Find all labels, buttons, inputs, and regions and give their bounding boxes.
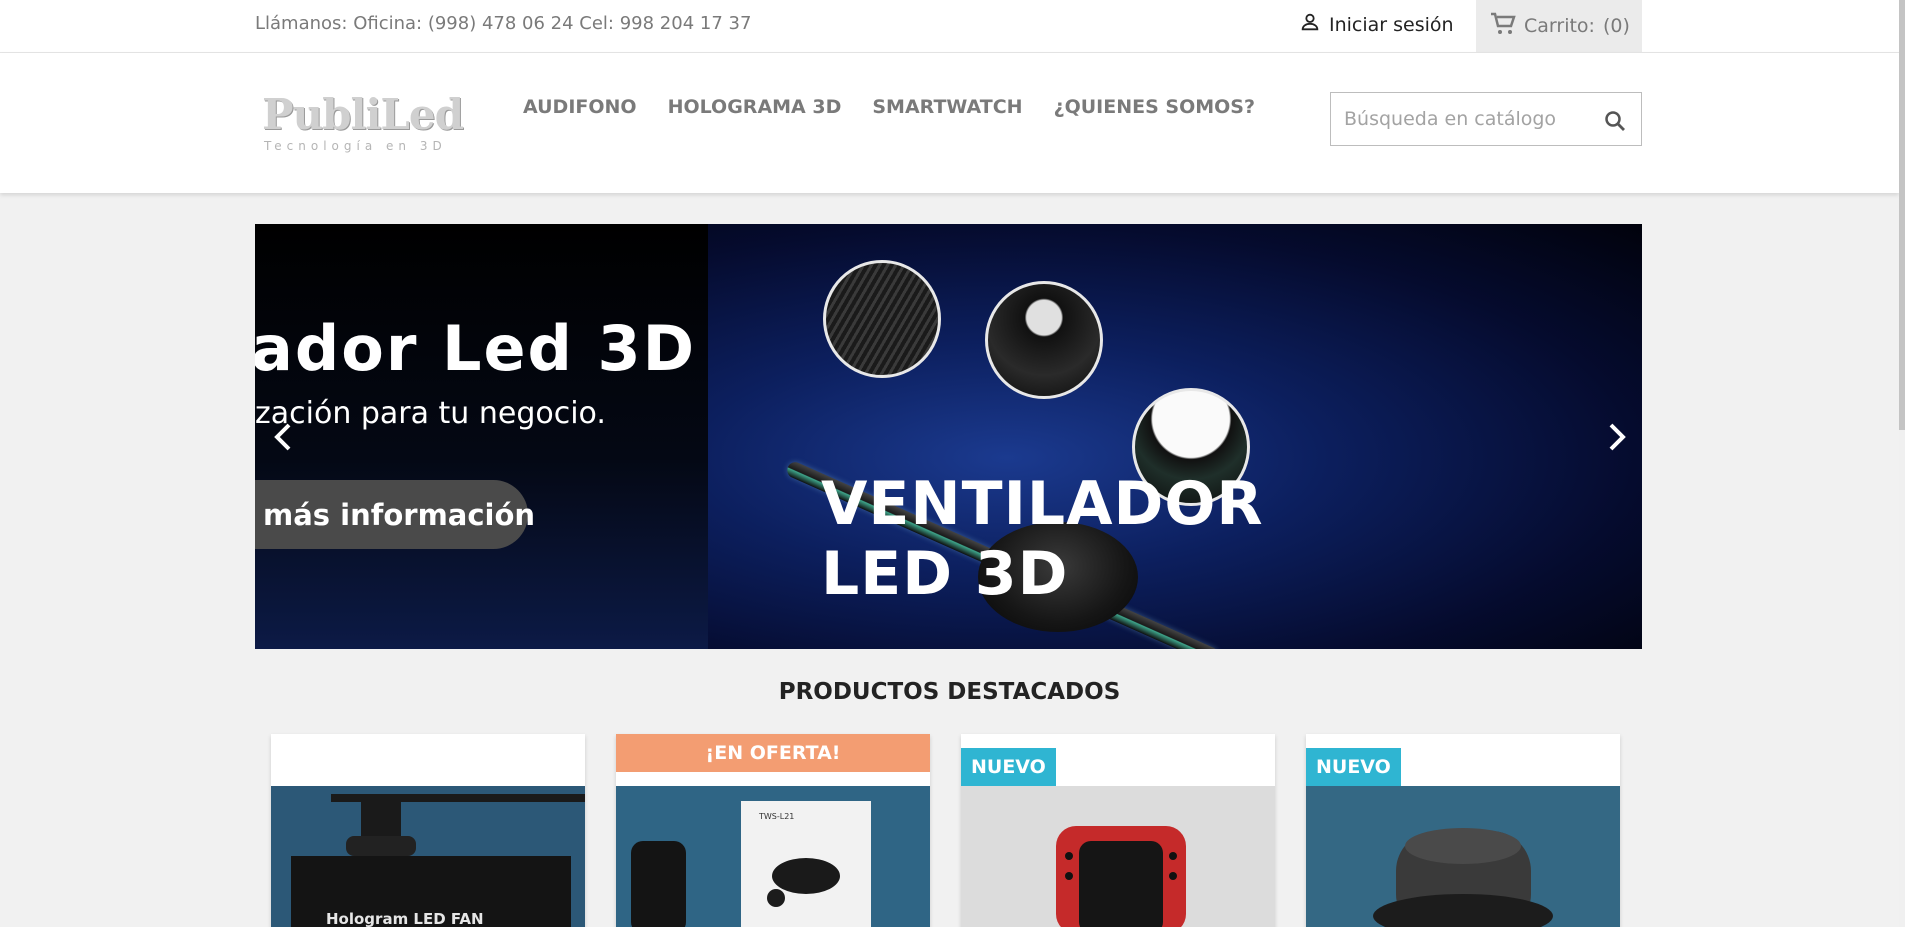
search-icon[interactable]: [1603, 109, 1627, 137]
nav-item-audifono[interactable]: AUDIFONO: [523, 96, 637, 118]
product-image[interactable]: TWS-L21: [616, 786, 930, 927]
signin-link[interactable]: Iniciar sesión: [1299, 11, 1454, 38]
product-card[interactable]: NUEVO: [1306, 734, 1620, 927]
product-image[interactable]: Hologram LED FAN: [271, 786, 585, 927]
search-box: [1330, 92, 1642, 146]
box-label: TWS-L21: [758, 812, 794, 821]
sale-badge: ¡EN OFERTA!: [616, 734, 930, 772]
more-info-button[interactable]: más información: [255, 480, 535, 549]
new-badge: NUEVO: [1306, 748, 1401, 786]
carousel-next-button[interactable]: [1601, 417, 1631, 457]
chevron-right-icon: [1609, 423, 1626, 451]
scrollbar-thumb[interactable]: [1899, 0, 1905, 430]
hero-carousel: ador Led 3D zación para tu negocio. más …: [255, 224, 1642, 649]
contact-info: Llámanos: Oficina: (998) 478 06 24 Cel: …: [255, 13, 752, 34]
signin-label: Iniciar sesión: [1329, 13, 1454, 36]
product-card[interactable]: NUEVO: [961, 734, 1275, 927]
cart-count: (0): [1602, 15, 1630, 37]
slide-title-line1: VENTILADOR: [821, 469, 1264, 539]
carousel-prev-button[interactable]: [269, 417, 299, 457]
previous-slide-subtitle: zación para tu negocio.: [255, 396, 606, 431]
product-image-caption: Hologram LED FAN: [326, 910, 484, 927]
logo-tagline: Tecnología en 3D: [264, 139, 447, 153]
nav-item-holograma[interactable]: HOLOGRAMA 3D: [668, 96, 842, 118]
previous-slide-title: ador Led 3D: [255, 312, 697, 385]
previous-slide-preview: ador Led 3D zación para tu negocio. más …: [255, 224, 708, 649]
nav-item-quienes-somos[interactable]: ¿QUIENES SOMOS?: [1054, 96, 1255, 118]
current-slide[interactable]: VENTILADOR LED 3D: [708, 224, 1642, 649]
product-card[interactable]: ¡EN OFERTA! TWS-L21: [616, 734, 930, 927]
slide-title: VENTILADOR LED 3D: [821, 469, 1264, 609]
logo-text: PubliLed: [262, 90, 464, 139]
site-logo[interactable]: PubliLed Tecnología en 3D: [262, 90, 464, 163]
top-bar: Llámanos: Oficina: (998) 478 06 24 Cel: …: [0, 0, 1899, 53]
user-icon: [1299, 11, 1321, 38]
page-scrollbar[interactable]: [1899, 0, 1905, 927]
main-header: PubliLed Tecnología en 3D AUDIFONO HOLOG…: [0, 53, 1899, 193]
main-nav: AUDIFONO HOLOGRAMA 3D SMARTWATCH ¿QUIENE…: [523, 96, 1255, 118]
featured-products-title: PRODUCTOS DESTACADOS: [778, 679, 1121, 705]
product-image[interactable]: [961, 786, 1275, 927]
cart-icon: [1490, 12, 1516, 41]
search-input[interactable]: [1331, 94, 1581, 144]
speaker-detail-image: [823, 260, 941, 378]
product-card[interactable]: Hologram LED FAN: [271, 734, 585, 927]
cart-button[interactable]: Carrito: (0): [1476, 0, 1642, 52]
new-badge: NUEVO: [961, 748, 1056, 786]
cart-label: Carrito:: [1524, 15, 1595, 37]
slide-title-line2: LED 3D: [821, 539, 1069, 609]
nav-item-smartwatch[interactable]: SMARTWATCH: [872, 96, 1022, 118]
product-image[interactable]: [1306, 786, 1620, 927]
chevron-left-icon: [274, 423, 291, 451]
connector-detail-image: [985, 281, 1103, 399]
